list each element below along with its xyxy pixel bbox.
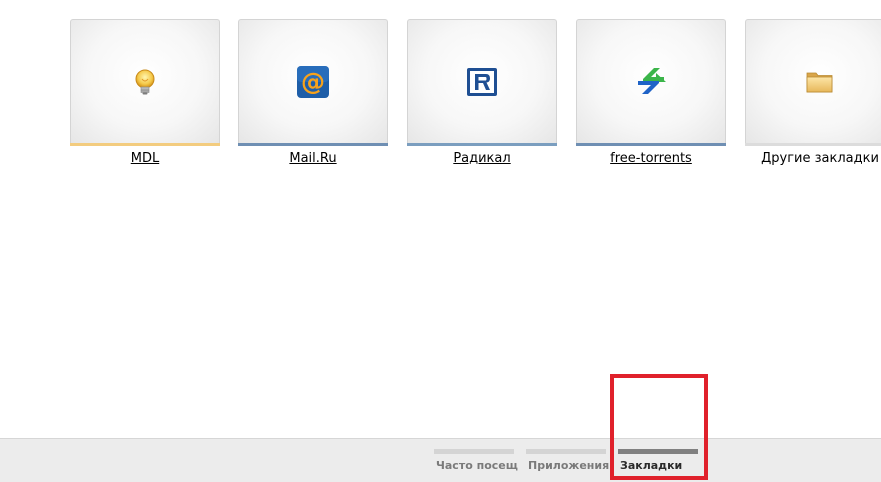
arrows-icon xyxy=(638,67,666,94)
tile-color-bar xyxy=(407,143,557,146)
tile-thumbnail[interactable] xyxy=(407,19,557,143)
tile-label-radikal[interactable]: Радикал xyxy=(407,151,557,166)
tile-thumbnail[interactable] xyxy=(576,19,726,143)
tile-color-bar xyxy=(70,143,220,146)
radikal-logo-icon xyxy=(467,67,497,96)
tab-indicator xyxy=(526,449,606,454)
bookmark-tiles: MDL @ Mail.Ru Радикал free-torrents Друг… xyxy=(70,19,881,179)
tab-label[interactable]: Приложения xyxy=(526,459,609,472)
tile-label-mdl[interactable]: MDL xyxy=(70,151,220,166)
tab-label[interactable]: Часто посещ xyxy=(434,459,518,472)
tile-label-other-bookmarks[interactable]: Другие закладки xyxy=(745,151,881,166)
tile-radikal[interactable]: Радикал xyxy=(407,19,557,166)
bottom-navigation: Часто посещ Приложения Закладки xyxy=(0,438,881,482)
mailru-at-icon: @ xyxy=(297,65,329,98)
tile-thumbnail[interactable] xyxy=(70,19,220,143)
folder-icon xyxy=(806,72,833,92)
tile-color-bar xyxy=(745,143,881,146)
tile-thumbnail[interactable]: @ xyxy=(238,19,388,143)
new-tab-page: MDL @ Mail.Ru Радикал free-torrents Друг… xyxy=(0,0,881,482)
tile-label-free-torrents[interactable]: free-torrents xyxy=(576,151,726,166)
tile-mailru[interactable]: @ Mail.Ru xyxy=(238,19,388,166)
svg-text:@: @ xyxy=(301,68,325,96)
tab-indicator xyxy=(618,449,698,454)
tile-thumbnail[interactable] xyxy=(745,19,881,143)
tab-indicator xyxy=(434,449,514,454)
lightbulb-icon xyxy=(135,69,155,94)
tile-color-bar xyxy=(576,143,726,146)
tab-most-visited[interactable]: Часто посещ xyxy=(434,449,518,472)
tile-other-bookmarks[interactable]: Другие закладки xyxy=(745,19,881,166)
tile-label-mailru[interactable]: Mail.Ru xyxy=(238,151,388,166)
tile-free-torrents[interactable]: free-torrents xyxy=(576,19,726,166)
tab-apps[interactable]: Приложения xyxy=(526,449,609,472)
tab-label[interactable]: Закладки xyxy=(618,459,698,472)
tab-bookmarks[interactable]: Закладки xyxy=(618,449,698,472)
tile-mdl[interactable]: MDL xyxy=(70,19,220,166)
tile-color-bar xyxy=(238,143,388,146)
